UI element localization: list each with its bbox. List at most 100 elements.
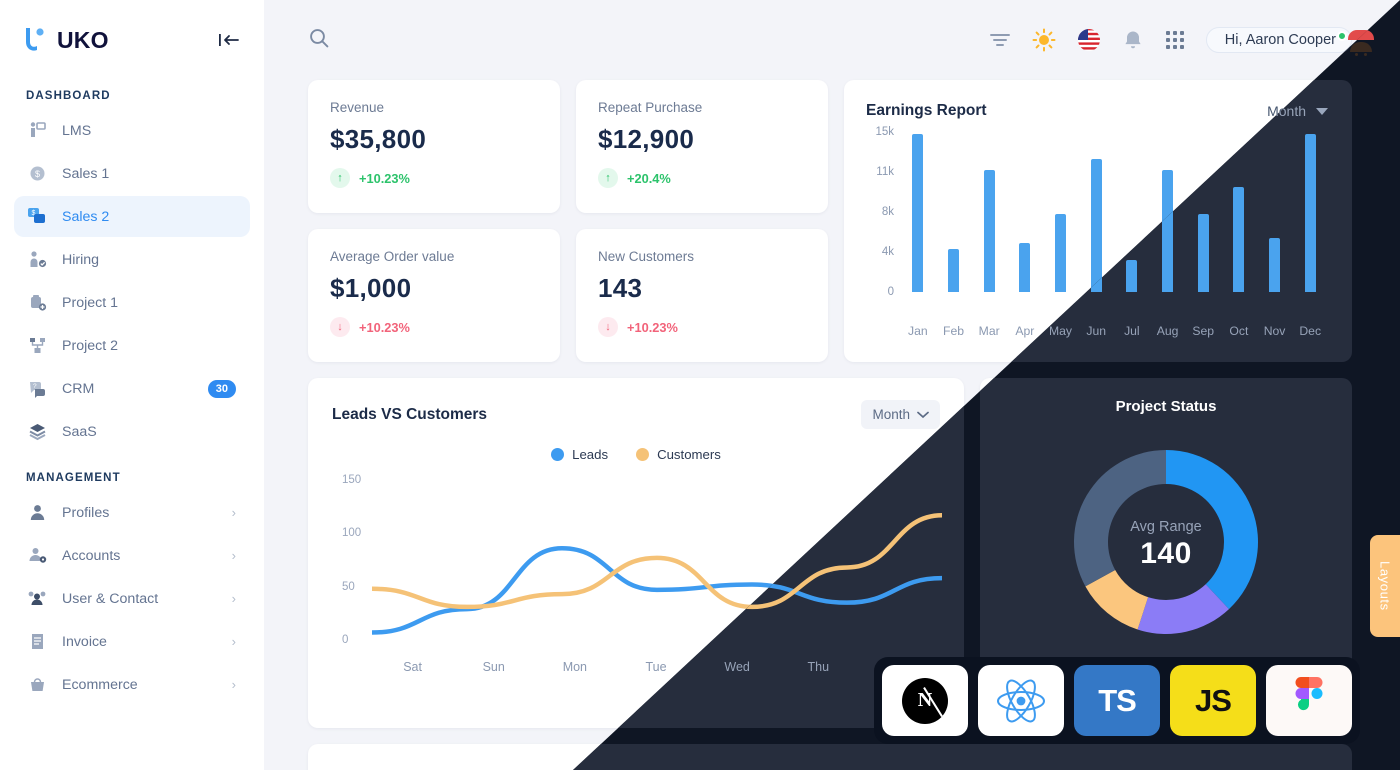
earnings-period-dropdown[interactable]: Month — [1267, 103, 1328, 119]
nextjs-icon[interactable]: N — [882, 665, 968, 736]
legend-dot-leads — [551, 448, 565, 461]
stat-card-repeat-purchase[interactable]: Repeat Purchase $12,900 ↑ +20.4% — [576, 80, 828, 213]
typescript-icon[interactable]: TS — [1074, 665, 1160, 736]
bar[interactable] — [1090, 159, 1102, 292]
bell-icon[interactable] — [1122, 29, 1144, 51]
bar[interactable] — [1269, 238, 1281, 292]
sidebar-item-label: CRM — [62, 380, 95, 397]
figma-icon[interactable] — [1266, 665, 1352, 736]
bar[interactable] — [1019, 243, 1031, 292]
bar-column[interactable] — [1257, 132, 1293, 292]
line-series-leads — [372, 546, 942, 635]
stat-card-revenue[interactable]: Revenue $35,800 ↑ +10.23% — [308, 80, 560, 213]
sidebar-item-label: Sales 2 — [62, 208, 110, 225]
sidebar-item-profiles[interactable]: Profiles › — [14, 492, 250, 533]
sidebar-item-label: Accounts — [62, 547, 121, 564]
x-tick-label: Thu — [807, 660, 830, 674]
bar[interactable] — [1126, 260, 1138, 292]
bar-column[interactable] — [1007, 132, 1043, 292]
bar[interactable] — [983, 170, 995, 292]
bar[interactable] — [1162, 170, 1174, 292]
sidebar-item-user-contact[interactable]: User & Contact › — [14, 578, 250, 619]
leads-period-dropdown[interactable]: Month — [861, 400, 940, 429]
react-icon[interactable] — [978, 665, 1064, 736]
search-icon[interactable] — [308, 27, 330, 54]
flag-us-icon[interactable] — [1077, 28, 1101, 52]
bar[interactable] — [1197, 214, 1209, 292]
filter-lines-icon[interactable] — [989, 31, 1011, 49]
brand-name: UKO — [57, 26, 109, 53]
bar[interactable] — [912, 134, 924, 292]
earnings-bar-chart: 0 4k 8k 11k 15k — [866, 126, 1328, 317]
bar-column[interactable] — [971, 132, 1007, 292]
project-status-title: Project Status — [1115, 398, 1217, 415]
chevron-right-icon: › — [231, 591, 236, 606]
bar-column[interactable] — [936, 132, 972, 292]
stat-delta: ↑ +10.23% — [330, 168, 538, 188]
lms-icon — [26, 120, 48, 142]
legend-dot-customers — [636, 448, 650, 461]
layouts-tab[interactable]: Layouts — [1370, 535, 1400, 637]
earnings-report-card: Earnings Report Month 0 4k 8k 11k 15k Jan Feb… — [844, 80, 1352, 362]
sidebar-item-lms[interactable]: LMS — [14, 110, 250, 151]
sales-chat-icon: $ — [26, 206, 48, 228]
bar-column[interactable] — [1078, 132, 1114, 292]
arrow-up-icon: ↑ — [598, 168, 618, 188]
sidebar-item-hiring[interactable]: Hiring — [14, 239, 250, 280]
stat-card-average-order-value[interactable]: Average Order value $1,000 ↓ +10.23% — [308, 229, 560, 362]
sidebar-item-saas[interactable]: SaaS — [14, 411, 250, 452]
stat-delta-text: +20.4% — [627, 170, 671, 186]
sidebar-item-project-2[interactable]: Project 2 — [14, 325, 250, 366]
apps-grid-icon[interactable] — [1165, 30, 1185, 50]
sidebar-header: UKO — [0, 0, 264, 80]
bar[interactable] — [1304, 134, 1316, 292]
chevron-right-icon: › — [231, 677, 236, 692]
y-tick-label: 0 — [887, 286, 894, 298]
chevron-down-icon — [1316, 107, 1328, 115]
online-status-dot — [1337, 31, 1347, 41]
leads-vs-customers-card: Leads VS Customers Month Leads — [308, 378, 964, 728]
x-tick-label: Jan — [908, 324, 928, 338]
x-tick-label: Mar — [978, 324, 1000, 338]
stat-title: New Customers — [598, 249, 695, 264]
bar-column[interactable] — [900, 132, 936, 292]
y-tick-label: 50 — [342, 580, 355, 593]
collapse-sidebar-icon[interactable] — [218, 31, 240, 49]
user-menu-button[interactable]: Hi, Aaron Cooper — [1205, 27, 1374, 56]
bar-column[interactable] — [1292, 132, 1328, 292]
stat-title: Repeat Purchase — [598, 100, 703, 115]
brand[interactable]: UKO — [22, 25, 109, 55]
bar[interactable] — [1055, 214, 1067, 292]
sidebar-item-sales-1[interactable]: $ Sales 1 — [14, 153, 250, 194]
sidebar-item-ecommerce[interactable]: Ecommerce › — [14, 664, 250, 705]
bar[interactable] — [948, 249, 959, 292]
chevron-right-icon: › — [231, 634, 236, 649]
layouts-tab-label: Layouts — [1377, 561, 1393, 611]
stat-value: $1,000 — [330, 273, 412, 303]
bar-column[interactable] — [1150, 132, 1186, 292]
sidebar-item-label: Ecommerce — [62, 676, 138, 693]
sidebar-item-sales-2[interactable]: $ Sales 2 — [14, 196, 250, 237]
bar[interactable] — [1233, 186, 1245, 292]
x-tick-label: Jul — [1124, 324, 1140, 338]
stat-title: Revenue — [330, 100, 385, 115]
sidebar-item-crm[interactable]: ? CRM 30 — [14, 368, 250, 409]
sidebar-item-project-1[interactable]: Project 1 — [14, 282, 250, 323]
bar-column[interactable] — [1114, 132, 1150, 292]
x-tick-label: Nov — [1263, 324, 1286, 338]
x-tick-label: Wed — [724, 660, 750, 674]
sidebar-item-accounts[interactable]: Accounts › — [14, 535, 250, 576]
layers-icon — [26, 421, 48, 443]
sun-icon[interactable] — [1032, 28, 1056, 52]
donut-center-label: Avg Range — [1130, 518, 1202, 535]
bar-column[interactable] — [1043, 132, 1079, 292]
user-group-icon — [26, 588, 48, 610]
bar-column[interactable] — [1221, 132, 1257, 292]
sidebar-item-invoice[interactable]: Invoice › — [14, 621, 250, 662]
leads-period-label: Month — [872, 407, 910, 422]
bar-column[interactable] — [1185, 132, 1221, 292]
chevron-down-icon — [917, 411, 929, 418]
stat-card-new-customers[interactable]: New Customers 143 ↓ +10.23% — [576, 229, 828, 362]
project-status-donut: Avg Range 140 — [1051, 427, 1281, 662]
javascript-icon[interactable]: JS — [1170, 665, 1256, 736]
